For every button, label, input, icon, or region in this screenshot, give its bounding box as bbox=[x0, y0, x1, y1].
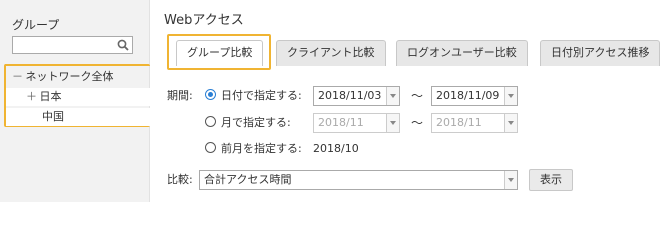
radio-previous-month[interactable] bbox=[205, 142, 216, 153]
month-to-select[interactable]: 2018/11 bbox=[431, 113, 518, 133]
date-to-select[interactable]: 2018/11/09 bbox=[431, 86, 518, 106]
group-search-input[interactable] bbox=[12, 36, 133, 54]
month-from-value: 2018/11 bbox=[318, 116, 364, 129]
option-label: 月で指定する: bbox=[221, 116, 291, 129]
show-button[interactable]: 表示 bbox=[529, 169, 573, 191]
tab-client-comparison[interactable]: クライアント比較 bbox=[276, 40, 386, 66]
tab-daily-access-trend[interactable]: 日付別アクセス推移 bbox=[540, 40, 661, 66]
tree-item-japan[interactable]: ＋ 日本 bbox=[6, 88, 150, 106]
option-previous-month[interactable]: 前月を指定する: bbox=[205, 139, 302, 159]
date-to-value: 2018/11/09 bbox=[436, 89, 500, 102]
previous-month-value: 2018/10 bbox=[313, 142, 359, 155]
date-from-select[interactable]: 2018/11/03 bbox=[313, 86, 400, 106]
tree-item-label: ネットワーク全体 bbox=[25, 70, 114, 83]
tab-highlight bbox=[167, 34, 271, 70]
radio-by-month[interactable] bbox=[205, 116, 216, 127]
option-by-month[interactable]: 月で指定する: bbox=[205, 113, 291, 133]
compare-label: 比較: bbox=[167, 173, 193, 186]
collapse-icon[interactable]: － bbox=[12, 68, 23, 86]
range-separator: ～ bbox=[411, 89, 424, 103]
search-icon[interactable] bbox=[117, 39, 129, 51]
option-label: 前月を指定する: bbox=[221, 142, 302, 155]
compare-value: 合計アクセス時間 bbox=[204, 173, 292, 186]
chevron-down-icon[interactable] bbox=[504, 87, 517, 105]
sidebar: グループ － ネットワーク全体 ＋ 日本 中国 bbox=[0, 0, 150, 202]
chevron-down-icon[interactable] bbox=[386, 87, 399, 105]
expand-icon[interactable]: ＋ bbox=[26, 88, 37, 106]
page-title: Webアクセス bbox=[164, 13, 244, 28]
month-from-select[interactable]: 2018/11 bbox=[313, 113, 400, 133]
range-separator: ～ bbox=[411, 116, 424, 130]
tree-item-label: 日本 bbox=[39, 90, 62, 103]
group-tree: － ネットワーク全体 ＋ 日本 中国 bbox=[4, 64, 150, 127]
tree-item-network-all[interactable]: － ネットワーク全体 bbox=[12, 68, 114, 86]
chevron-down-icon[interactable] bbox=[504, 171, 517, 189]
radio-by-date[interactable] bbox=[205, 89, 216, 100]
option-label: 日付で指定する: bbox=[221, 89, 302, 102]
chevron-down-icon[interactable] bbox=[504, 114, 517, 132]
month-to-value: 2018/11 bbox=[436, 116, 482, 129]
date-from-value: 2018/11/03 bbox=[318, 89, 382, 102]
tab-logon-user-comparison[interactable]: ログオンユーザー比較 bbox=[396, 40, 528, 66]
main-panel: Webアクセス グループ比較 クライアント比較 ログオンユーザー比較 日付別アク… bbox=[150, 0, 663, 202]
sidebar-title: グループ bbox=[12, 18, 60, 32]
chevron-down-icon[interactable] bbox=[386, 114, 399, 132]
tree-item-label: 中国 bbox=[42, 110, 64, 123]
tree-item-china[interactable]: 中国 bbox=[6, 108, 150, 126]
option-by-date[interactable]: 日付で指定する: bbox=[205, 86, 302, 106]
period-label: 期間: bbox=[167, 89, 193, 102]
compare-select[interactable]: 合計アクセス時間 bbox=[199, 170, 518, 190]
